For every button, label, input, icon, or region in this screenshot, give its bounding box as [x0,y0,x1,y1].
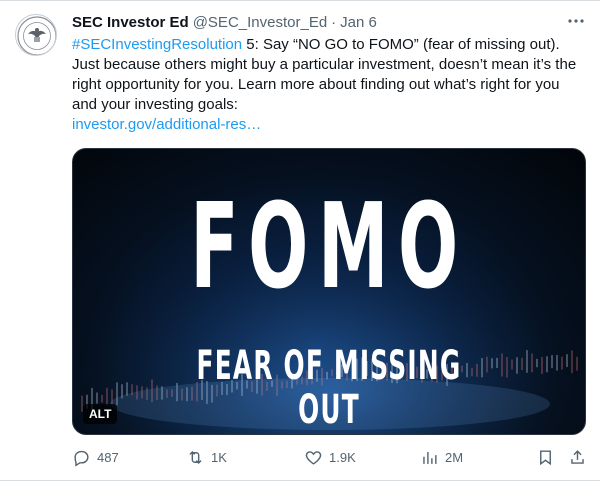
image-headline: FOMO [190,177,468,315]
like-button[interactable]: 1.9K [304,448,356,467]
tweet-image[interactable]: FOMO FEAR OF MISSING OUT ALT [72,148,586,435]
repost-count: 1K [211,450,227,465]
analytics-icon [423,451,437,464]
more-icon[interactable] [566,11,586,31]
hashtag-link[interactable]: #SECInvestingResolution [72,36,242,53]
tweet-card[interactable]: SEC Investor Ed @SEC_Investor_Ed · Jan 6… [0,0,600,481]
like-count: 1.9K [329,450,356,465]
author-handle[interactable]: @SEC_Investor_Ed [193,14,327,31]
reply-count: 487 [97,450,119,465]
action-bar: 487 1K 1.9K 2M [68,448,592,470]
avatar[interactable] [15,14,57,56]
author-name[interactable]: SEC Investor Ed [72,14,189,31]
image-subline: FEAR OF MISSING OUT [196,343,462,433]
tweet-header: SEC Investor Ed @SEC_Investor_Ed · Jan 6 [72,12,377,32]
tweet-date[interactable]: Jan 6 [340,14,377,31]
bookmark-button[interactable] [536,448,555,467]
repost-icon [189,450,202,465]
separator: · [331,13,337,31]
reply-button[interactable]: 487 [72,448,119,467]
view-count: 2M [445,450,464,465]
tweet-text: #SECInvestingResolution 5: Say “NO GO to… [72,35,586,135]
external-link[interactable]: investor.gov/additional-res… [72,115,586,135]
bookmark-icon [540,450,551,466]
share-icon [571,450,584,464]
share-button[interactable] [568,448,587,467]
heart-icon [305,451,322,465]
views-button[interactable]: 2M [420,448,463,467]
repost-button[interactable]: 1K [186,448,227,467]
sec-seal-icon [17,16,56,55]
alt-text-badge[interactable]: ALT [83,404,118,424]
reply-icon [74,450,89,467]
